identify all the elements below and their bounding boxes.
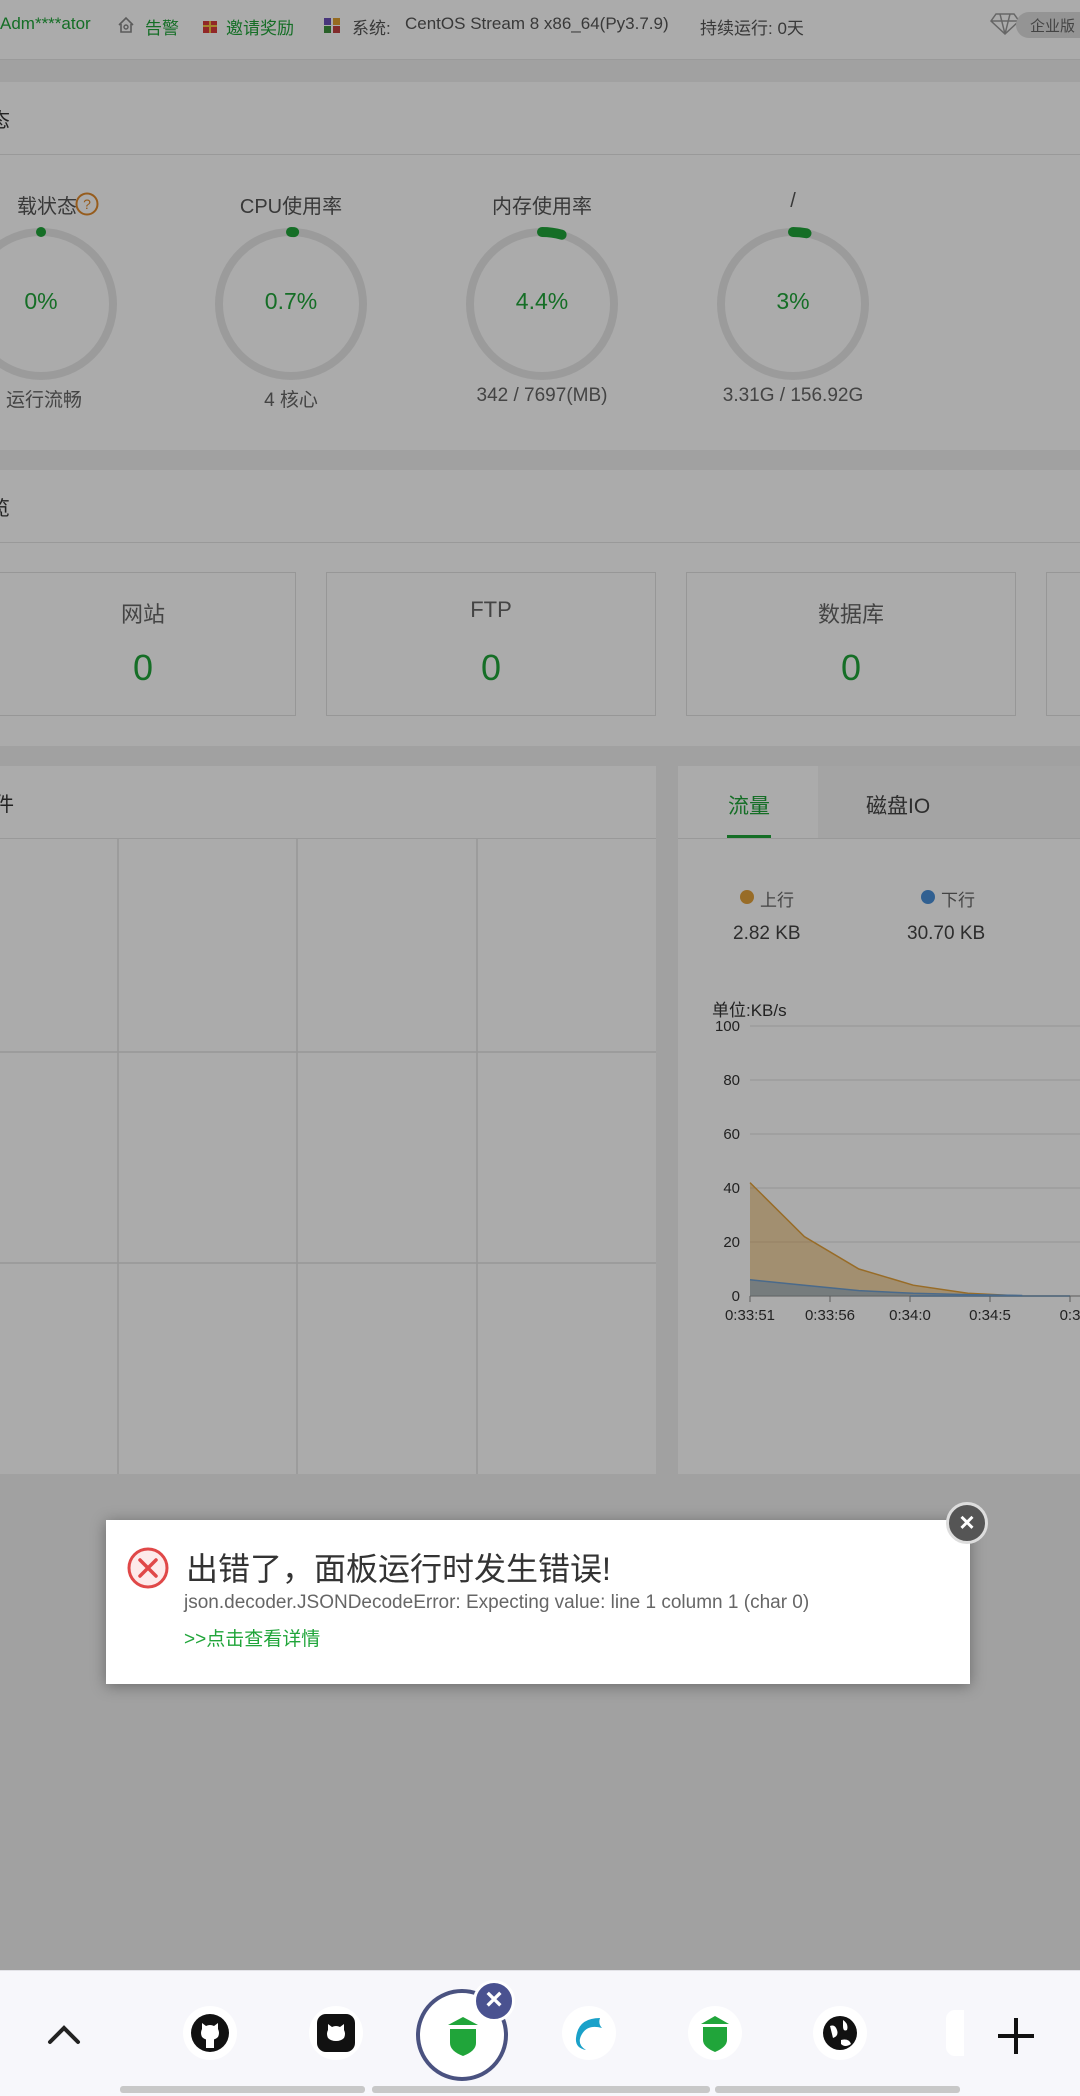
- github-alt-icon[interactable]: [309, 2006, 363, 2060]
- tab-scroll-indicator-1: [120, 2086, 365, 2093]
- plus-icon[interactable]: [996, 2016, 1036, 2061]
- error-dialog: 出错了，面板运行时发生错误! json.decoder.JSONDecodeEr…: [106, 1520, 970, 1684]
- wave-icon[interactable]: [562, 2006, 616, 2060]
- globe-icon[interactable]: [813, 2006, 867, 2060]
- browser-tab-bar: [0, 1970, 1080, 2096]
- close-icon[interactable]: ×: [946, 1502, 988, 1544]
- error-details-link[interactable]: >>点击查看详情: [184, 1624, 320, 1651]
- tab-scroll-indicator-2: [372, 2086, 710, 2093]
- baota-panel-icon: [448, 2017, 478, 2056]
- tab-scroll-indicator-3: [715, 2086, 960, 2093]
- chevron-up-icon[interactable]: [46, 2020, 82, 2053]
- baota-panel-icon[interactable]: [688, 2006, 742, 2060]
- github-icon[interactable]: [183, 2006, 237, 2060]
- error-message: json.decoder.JSONDecodeError: Expecting …: [184, 1592, 810, 1613]
- close-tab-icon[interactable]: ×: [473, 1980, 515, 2022]
- error-title: 出错了，面板运行时发生错误!: [186, 1551, 611, 1587]
- partial-tab[interactable]: [946, 2010, 964, 2056]
- error-circle-icon: [126, 1546, 170, 1595]
